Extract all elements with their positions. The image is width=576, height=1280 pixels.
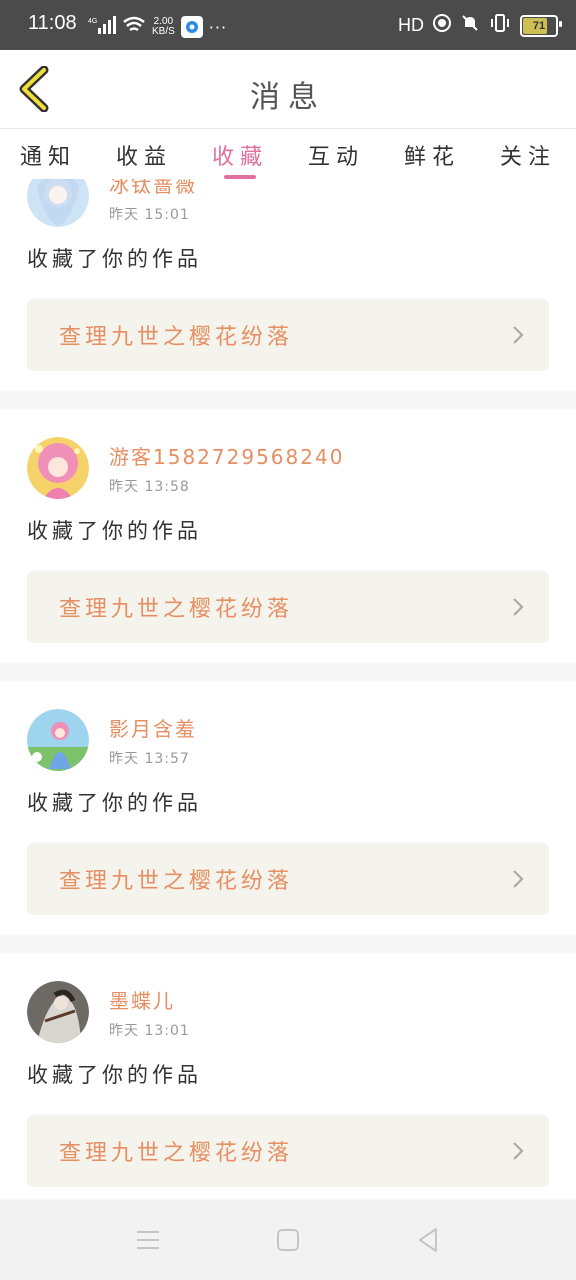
work-title: 查理九世之樱花纷落 [59,325,294,350]
app-notification-icon [180,16,203,38]
menu-icon [137,1231,159,1249]
message-text: 收藏了你的作品 [27,1063,202,1087]
tab-notifications[interactable]: 通知 [0,129,96,179]
tab-flowers[interactable]: 鲜花 [384,129,480,179]
menu-button[interactable] [128,1220,168,1260]
header: 消息 [0,50,576,129]
signal-icon: 4G [88,16,116,38]
svg-text:4G: 4G [88,18,97,25]
work-title: 查理九世之樱花纷落 [59,597,294,622]
tab-favorites[interactable]: 收藏 [192,129,288,179]
back-nav-button[interactable] [408,1220,448,1260]
timestamp: 昨天 15:01 [109,207,190,223]
list-item: 影月含羞 昨天 13:57 收藏了你的作品 查理九世之樱花纷落 [0,681,576,935]
status-time: 11:08 [28,12,77,34]
work-link[interactable]: 查理九世之樱花纷落 [27,571,549,643]
hd-indicator: HD [398,15,424,35]
tab-bar: 通知 收益 收藏 互动 鲜花 关注 [0,129,576,179]
user-name[interactable]: 墨蝶儿 [109,985,190,1014]
battery-level: 71 [532,19,546,32]
home-icon [277,1229,299,1251]
timestamp: 昨天 13:01 [109,1023,190,1039]
list-item: 游客15827295682​40 昨天 13:58 收藏了你的作品 查理九世之樱… [0,409,576,663]
location-icon [432,13,452,38]
avatar[interactable] [27,437,89,499]
work-title: 查理九世之樱花纷落 [59,1141,294,1166]
message-text: 收藏了你的作品 [27,519,202,543]
vibrate-icon [488,13,512,38]
battery-icon: 71 [520,14,562,37]
network-speed: 2.00 KB/S [152,17,175,37]
status-left-icons: 4G 2.00 KB/S ··· [88,16,227,38]
avatar[interactable] [27,709,89,771]
tab-interactions[interactable]: 互动 [288,129,384,179]
back-triangle-icon [419,1228,437,1252]
system-nav-bar [0,1200,576,1280]
list-item: 墨蝶儿 昨天 13:01 收藏了你的作品 查理九世之樱花纷落 [0,953,576,1199]
timestamp: 昨天 13:57 [109,751,190,767]
avatar[interactable] [27,981,89,1043]
work-link[interactable]: 查理九世之樱花纷落 [27,299,549,371]
wifi-icon [122,16,146,38]
work-link[interactable]: 查理九世之樱花纷落 [27,843,549,915]
chevron-right-icon [513,598,524,616]
message-list[interactable]: 冰钛蔷薇 昨天 15:01 收藏了你的作品 查理九世之樱花纷落 游客158272… [0,179,576,1199]
status-bar: 11:08 4G 2.00 KB/S ··· HD 71 [0,0,576,50]
chevron-right-icon [513,870,524,888]
user-name[interactable]: 冰钛蔷薇 [109,179,197,198]
message-text: 收藏了你的作品 [27,791,202,815]
work-link[interactable]: 查理九世之樱花纷落 [27,1115,549,1187]
mute-icon [460,13,480,38]
user-name[interactable]: 游客15827295682​40 [109,441,344,470]
user-name[interactable]: 影月含羞 [109,713,197,742]
tab-earnings[interactable]: 收益 [96,129,192,179]
timestamp: 昨天 13:58 [109,479,190,495]
more-notifications-icon: ··· [208,17,228,37]
tab-follows[interactable]: 关注 [480,129,576,179]
chevron-right-icon [513,1142,524,1160]
work-title: 查理九世之樱花纷落 [59,869,294,894]
list-item: 冰钛蔷薇 昨天 15:01 收藏了你的作品 查理九世之樱花纷落 [0,179,576,391]
message-text: 收藏了你的作品 [27,247,202,271]
speed-unit: KB/S [152,26,175,37]
home-button[interactable] [268,1220,308,1260]
page-title: 消息 [250,80,326,115]
status-right-icons: HD 71 [398,13,562,38]
chevron-right-icon [513,326,524,344]
avatar[interactable] [27,179,89,227]
